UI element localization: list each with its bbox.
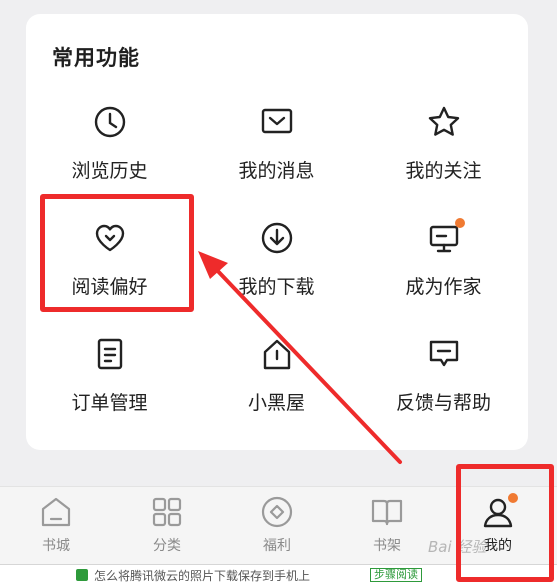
star-icon <box>426 104 462 140</box>
menu-item-label: 我的消息 <box>238 160 315 182</box>
notification-dot <box>454 218 465 228</box>
menu-item-label: 浏览历史 <box>71 160 148 182</box>
menu-item-my-downloads[interactable]: 我的下载 <box>193 212 360 322</box>
download-icon <box>259 220 295 256</box>
menu-item-my-messages[interactable]: 我的消息 <box>193 96 360 206</box>
message-envelope-icon <box>259 104 295 140</box>
diamond-circle-icon <box>261 496 293 528</box>
menu-item-my-follows[interactable]: 我的关注 <box>360 96 527 206</box>
menu-item-label: 我的下载 <box>238 276 315 298</box>
tab-welfare[interactable]: 福利 <box>247 495 307 557</box>
tab-category[interactable]: 分类 <box>137 495 197 557</box>
section-title: 常用功能 <box>52 46 140 70</box>
book-icon <box>371 499 403 526</box>
common-functions-card: 常用功能 浏览历史 我的消息 我的关注 阅读偏好 我的下载 成为作家 订单管理 … <box>26 14 528 450</box>
clock-icon <box>92 104 128 140</box>
menu-item-feedback-help[interactable]: 反馈与帮助 <box>360 328 527 438</box>
tab-label: 分类 <box>153 538 181 554</box>
tab-bookshelf[interactable]: 书架 <box>357 495 417 557</box>
menu-item-order-management[interactable]: 订单管理 <box>26 328 193 438</box>
menu-item-reading-preference[interactable]: 阅读偏好 <box>26 212 193 322</box>
menu-item-blackroom[interactable]: 小黑屋 <box>193 328 360 438</box>
browser-bottom-strip: 怎么将腾讯微云的照片下载保存到手机上 步骤阅读 <box>0 564 557 583</box>
menu-item-label: 成为作家 <box>405 276 482 298</box>
house-icon <box>259 336 295 372</box>
tab-label: 我的 <box>484 538 512 554</box>
document-icon <box>92 336 128 372</box>
related-link[interactable]: 怎么将腾讯微云的照片下载保存到手机上 <box>94 567 310 583</box>
menu-item-label: 反馈与帮助 <box>395 392 491 414</box>
tab-label: 书架 <box>373 538 401 554</box>
heart-icon <box>92 220 128 256</box>
menu-item-become-writer[interactable]: 成为作家 <box>360 212 527 322</box>
step-reading-badge[interactable]: 步骤阅读 <box>370 568 422 582</box>
notification-dot <box>508 493 518 503</box>
chat-bubble-icon <box>426 336 462 372</box>
menu-item-browse-history[interactable]: 浏览历史 <box>26 96 193 206</box>
home-icon <box>41 497 71 527</box>
tab-label: 书城 <box>42 538 70 554</box>
menu-item-label: 订单管理 <box>71 392 148 414</box>
menu-item-label: 小黑屋 <box>247 392 305 414</box>
tab-bookstore[interactable]: 书城 <box>26 495 86 557</box>
tab-label: 福利 <box>263 538 291 554</box>
watermark: Bai 经验 <box>428 538 487 556</box>
menu-item-label: 我的关注 <box>405 160 482 182</box>
page-favicon <box>76 569 88 581</box>
menu-item-label: 阅读偏好 <box>71 276 148 298</box>
grid-icon <box>152 497 182 527</box>
monitor-icon <box>426 218 465 256</box>
